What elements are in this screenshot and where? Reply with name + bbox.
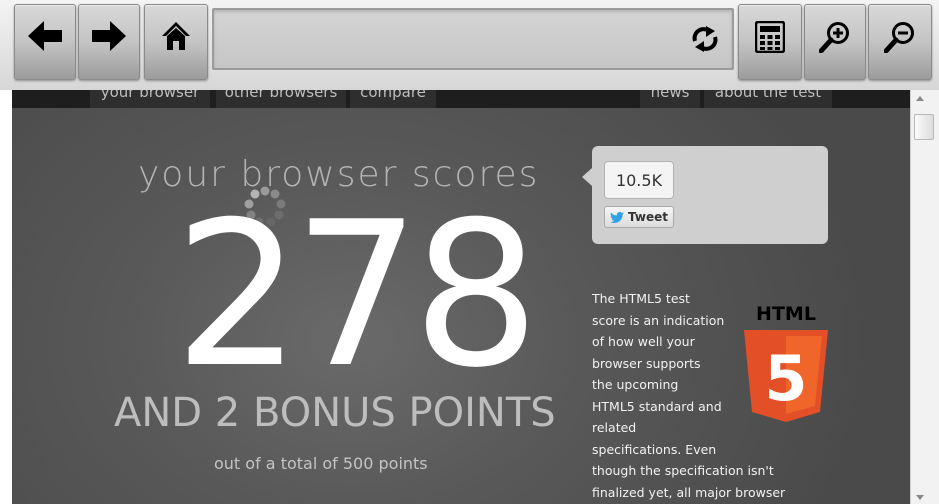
- html5-logo: HTML 5: [744, 303, 828, 422]
- scroll-down-arrow-icon[interactable]: [916, 495, 924, 500]
- site-nav-bar: your browser other browsers compare news…: [12, 90, 910, 108]
- tab-other-browsers[interactable]: other browsers: [216, 90, 346, 108]
- calculator-button[interactable]: [738, 4, 802, 80]
- tweet-widget: 10.5K Tweet: [582, 146, 828, 244]
- tweet-button[interactable]: Tweet: [604, 206, 674, 228]
- tab-your-browser[interactable]: your browser: [90, 90, 210, 108]
- twitter-bird-icon: [610, 211, 625, 223]
- vertical-scrollbar[interactable]: [910, 90, 939, 504]
- scroll-up-arrow-icon[interactable]: [916, 96, 924, 101]
- home-icon: [162, 22, 190, 50]
- zoom-in-button[interactable]: [804, 4, 866, 80]
- reload-button[interactable]: [690, 24, 720, 54]
- description-line: finalized yet, all major browser: [592, 484, 786, 500]
- arrow-right-icon: [92, 21, 126, 51]
- reload-icon: [692, 26, 718, 52]
- html5-logo-wordmark: HTML: [756, 303, 816, 325]
- zoom-out-icon: [884, 22, 914, 53]
- zoom-out-button[interactable]: [868, 4, 932, 80]
- web-page-viewport: your browser other browsers compare news…: [12, 90, 910, 504]
- tweet-count[interactable]: 10.5K: [604, 161, 674, 199]
- forward-button[interactable]: [78, 4, 140, 80]
- scrollbar-thumb[interactable]: [914, 114, 934, 140]
- description-line: specifications. Even: [592, 441, 717, 457]
- tab-compare[interactable]: compare: [350, 90, 436, 108]
- back-button[interactable]: [14, 4, 76, 80]
- description-line: though the specification isn't: [592, 463, 774, 478]
- calculator-icon: [755, 21, 785, 53]
- score-number: 278: [174, 179, 540, 412]
- address-bar: [212, 8, 734, 70]
- tab-news[interactable]: news: [640, 90, 700, 108]
- arrow-left-icon: [28, 21, 62, 51]
- tweet-button-label: Tweet: [628, 210, 668, 224]
- url-input[interactable]: [222, 20, 686, 60]
- zoom-in-icon: [819, 22, 849, 53]
- tab-about-the-test[interactable]: about the test: [704, 90, 832, 108]
- browser-toolbar: [0, 0, 939, 90]
- html5-logo-number: 5: [764, 342, 807, 415]
- total-points-text: out of a total of 500 points: [214, 454, 428, 473]
- home-button[interactable]: [144, 4, 208, 80]
- bonus-points-text: AND 2 BONUS POINTS: [114, 390, 556, 436]
